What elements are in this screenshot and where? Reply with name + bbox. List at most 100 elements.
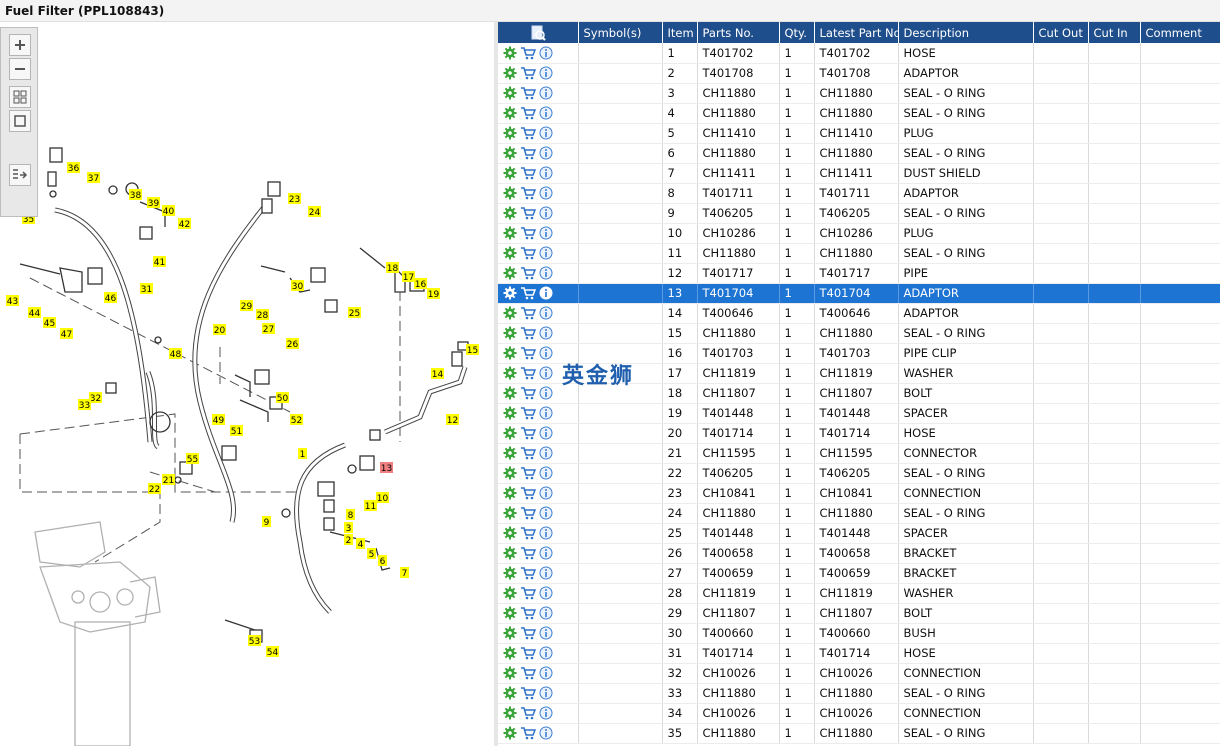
callout-7[interactable]: 7 <box>400 567 409 579</box>
table-row[interactable]: 24 CH11880 1 CH11880 SEAL - O RING <box>498 503 1220 524</box>
add-to-cart-icon[interactable] <box>520 306 536 320</box>
table-row[interactable]: 27 T400659 1 T400659 BRACKET <box>498 563 1220 584</box>
add-to-cart-icon[interactable] <box>520 226 536 240</box>
fit-all-button[interactable] <box>9 86 31 108</box>
add-to-cart-icon[interactable] <box>520 406 536 420</box>
callout-51[interactable]: 51 <box>230 425 243 437</box>
table-row[interactable]: 35 CH11880 1 CH11880 SEAL - O RING <box>498 723 1220 744</box>
table-row[interactable]: 8 T401711 1 T401711 ADAPTOR <box>498 183 1220 204</box>
table-row[interactable]: 26 T400658 1 T400658 BRACKET <box>498 543 1220 564</box>
callout-4[interactable]: 4 <box>356 538 365 550</box>
callout-36[interactable]: 36 <box>67 162 80 174</box>
callout-16[interactable]: 16 <box>414 278 427 290</box>
info-icon[interactable] <box>539 266 553 280</box>
gear-icon[interactable] <box>503 686 517 700</box>
info-icon[interactable] <box>539 306 553 320</box>
gear-icon[interactable] <box>503 506 517 520</box>
table-row[interactable]: 25 T401448 1 T401448 SPACER <box>498 523 1220 544</box>
info-icon[interactable] <box>539 226 553 240</box>
gear-icon[interactable] <box>503 66 517 80</box>
info-icon[interactable] <box>539 186 553 200</box>
add-to-cart-icon[interactable] <box>520 146 536 160</box>
table-row[interactable]: 21 CH11595 1 CH11595 CONNECTOR <box>498 443 1220 464</box>
column-header-cut-out[interactable]: Cut Out <box>1033 22 1089 43</box>
info-icon[interactable] <box>539 526 553 540</box>
add-to-cart-icon[interactable] <box>520 66 536 80</box>
gear-icon[interactable] <box>503 346 517 360</box>
callout-53[interactable]: 53 <box>248 635 261 647</box>
table-row[interactable]: 13 T401704 1 T401704 ADAPTOR <box>498 283 1220 304</box>
table-row[interactable]: 11 CH11880 1 CH11880 SEAL - O RING <box>498 243 1220 264</box>
add-to-cart-icon[interactable] <box>520 46 536 60</box>
callout-39[interactable]: 39 <box>147 197 160 209</box>
callout-43[interactable]: 43 <box>6 295 19 307</box>
info-icon[interactable] <box>539 626 553 640</box>
gear-icon[interactable] <box>503 86 517 100</box>
table-row[interactable]: 31 T401714 1 T401714 HOSE <box>498 643 1220 664</box>
add-to-cart-icon[interactable] <box>520 346 536 360</box>
callout-44[interactable]: 44 <box>28 307 41 319</box>
table-row[interactable]: 3 CH11880 1 CH11880 SEAL - O RING <box>498 83 1220 104</box>
callout-46[interactable]: 46 <box>104 292 117 304</box>
table-row[interactable]: 14 T400646 1 T400646 ADAPTOR <box>498 303 1220 324</box>
table-row[interactable]: 15 CH11880 1 CH11880 SEAL - O RING <box>498 323 1220 344</box>
callout-54[interactable]: 54 <box>266 646 279 658</box>
callout-9[interactable]: 9 <box>262 516 271 528</box>
gear-icon[interactable] <box>503 406 517 420</box>
add-to-cart-icon[interactable] <box>520 426 536 440</box>
gear-icon[interactable] <box>503 366 517 380</box>
gear-icon[interactable] <box>503 706 517 720</box>
column-header-cut-in[interactable]: Cut In <box>1088 22 1141 43</box>
info-icon[interactable] <box>539 686 553 700</box>
callout-20[interactable]: 20 <box>213 324 226 336</box>
gear-icon[interactable] <box>503 666 517 680</box>
table-row[interactable]: 5 CH11410 1 CH11410 PLUG <box>498 123 1220 144</box>
info-icon[interactable] <box>539 466 553 480</box>
callout-10[interactable]: 10 <box>376 492 389 504</box>
table-row[interactable]: 9 T406205 1 T406205 SEAL - O RING <box>498 203 1220 224</box>
info-icon[interactable] <box>539 486 553 500</box>
callout-42[interactable]: 42 <box>178 218 191 230</box>
gear-icon[interactable] <box>503 186 517 200</box>
exploded-diagram-pane[interactable]: 1 2 3 4 5 6 7 8 9 10 11 12 13 14 15 16 17 18 19 20 21 22 23 24 2… <box>0 22 494 746</box>
info-icon[interactable] <box>539 126 553 140</box>
callout-11[interactable]: 11 <box>364 500 377 512</box>
gear-icon[interactable] <box>503 446 517 460</box>
info-icon[interactable] <box>539 386 553 400</box>
table-row[interactable]: 32 CH10026 1 CH10026 CONNECTION <box>498 663 1220 684</box>
gear-icon[interactable] <box>503 626 517 640</box>
column-header-symbols[interactable]: Symbol(s) <box>578 22 663 43</box>
add-to-cart-icon[interactable] <box>520 86 536 100</box>
info-icon[interactable] <box>539 546 553 560</box>
gear-icon[interactable] <box>503 206 517 220</box>
callout-24[interactable]: 24 <box>308 206 321 218</box>
add-to-cart-icon[interactable] <box>520 186 536 200</box>
table-row[interactable]: 34 CH10026 1 CH10026 CONNECTION <box>498 703 1220 724</box>
gear-icon[interactable] <box>503 426 517 440</box>
gear-icon[interactable] <box>503 166 517 180</box>
callout-31[interactable]: 31 <box>140 283 153 295</box>
callout-21[interactable]: 21 <box>162 474 175 486</box>
gear-icon[interactable] <box>503 226 517 240</box>
info-icon[interactable] <box>539 86 553 100</box>
column-header-actions[interactable] <box>498 22 579 43</box>
gear-icon[interactable] <box>503 486 517 500</box>
callout-28[interactable]: 28 <box>256 309 269 321</box>
info-icon[interactable] <box>539 446 553 460</box>
add-to-cart-icon[interactable] <box>520 646 536 660</box>
add-to-cart-icon[interactable] <box>520 546 536 560</box>
gear-icon[interactable] <box>503 546 517 560</box>
info-icon[interactable] <box>539 146 553 160</box>
callout-37[interactable]: 37 <box>87 172 100 184</box>
table-row[interactable]: 23 CH10841 1 CH10841 CONNECTION <box>498 483 1220 504</box>
info-icon[interactable] <box>539 346 553 360</box>
gear-icon[interactable] <box>503 526 517 540</box>
zoom-out-button[interactable] <box>9 58 31 80</box>
info-icon[interactable] <box>539 166 553 180</box>
callout-38[interactable]: 38 <box>129 189 142 201</box>
callout-55[interactable]: 55 <box>186 453 199 465</box>
callout-3[interactable]: 3 <box>344 522 353 534</box>
info-icon[interactable] <box>539 646 553 660</box>
callout-30[interactable]: 30 <box>291 280 304 292</box>
add-to-cart-icon[interactable] <box>520 266 536 280</box>
